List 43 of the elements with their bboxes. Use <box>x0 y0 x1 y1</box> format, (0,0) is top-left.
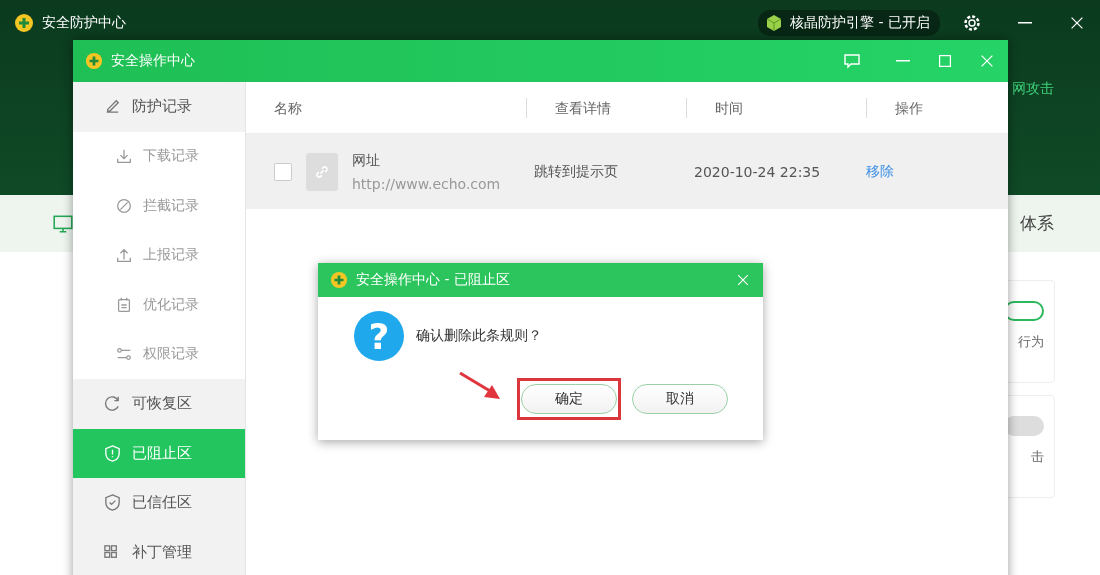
engine-badge[interactable]: 核晶防护引擎 - 已开启 <box>758 9 940 36</box>
calendar-icon <box>115 295 133 314</box>
entry-url: http://www.echo.com <box>352 175 501 192</box>
dialog-message: 确认删除此条规则？ <box>416 327 542 345</box>
annotation-arrow <box>458 371 502 401</box>
app-title: 安全防护中心 <box>42 13 126 32</box>
settings-icon <box>962 12 982 33</box>
link-file-icon <box>306 152 338 191</box>
download-icon <box>115 147 133 166</box>
sidebar-item[interactable]: 已信任区 <box>73 478 245 528</box>
refresh-icon <box>103 394 122 414</box>
dialog-button[interactable]: 取消 <box>632 384 728 414</box>
sidebar-item[interactable]: 防护记录 <box>73 82 245 132</box>
close-icon <box>735 272 751 288</box>
banner-text: 网攻击 <box>1012 80 1054 98</box>
table-cell-text: 2020-10-24 22:35 <box>693 163 822 180</box>
column-header: 名称 <box>273 98 303 118</box>
block-icon <box>115 196 133 215</box>
card-label: 击 <box>1031 448 1044 466</box>
upload-icon <box>115 246 133 265</box>
minimize-icon[interactable] <box>1018 21 1032 24</box>
maximize-icon <box>936 52 954 70</box>
dialog-title: 安全操作中心 - 已阻止区 <box>356 271 510 289</box>
shield-alert-icon <box>103 443 122 463</box>
app-logo-icon <box>14 12 34 33</box>
checkbox[interactable] <box>274 162 292 181</box>
shield-check-icon <box>103 493 122 513</box>
app-logo-icon <box>85 52 103 70</box>
column-header: 操作 <box>866 97 1008 118</box>
table-cell-text: 跳转到提示页 <box>533 162 619 181</box>
tab-label[interactable]: 体系 <box>1020 212 1054 235</box>
dialog-button[interactable]: 确定 <box>521 384 617 414</box>
app-logo-icon <box>330 271 348 289</box>
table-row[interactable]: 网址 http://www.echo.com 跳转到提示页 2020-10-24 22:35 移除 <box>246 134 1008 209</box>
sidebar-item[interactable]: 补丁管理 <box>73 527 245 575</box>
window-title: 安全操作中心 <box>111 52 195 70</box>
column-header: 查看详情 <box>526 97 686 118</box>
sidebar-item[interactable]: 可恢复区 <box>73 379 245 429</box>
entry-name: 网址 <box>352 151 381 170</box>
card-label: 行为 <box>1018 333 1044 351</box>
column-header: 时间 <box>686 97 866 118</box>
question-icon: ? <box>354 311 404 361</box>
feedback-icon <box>842 51 862 71</box>
